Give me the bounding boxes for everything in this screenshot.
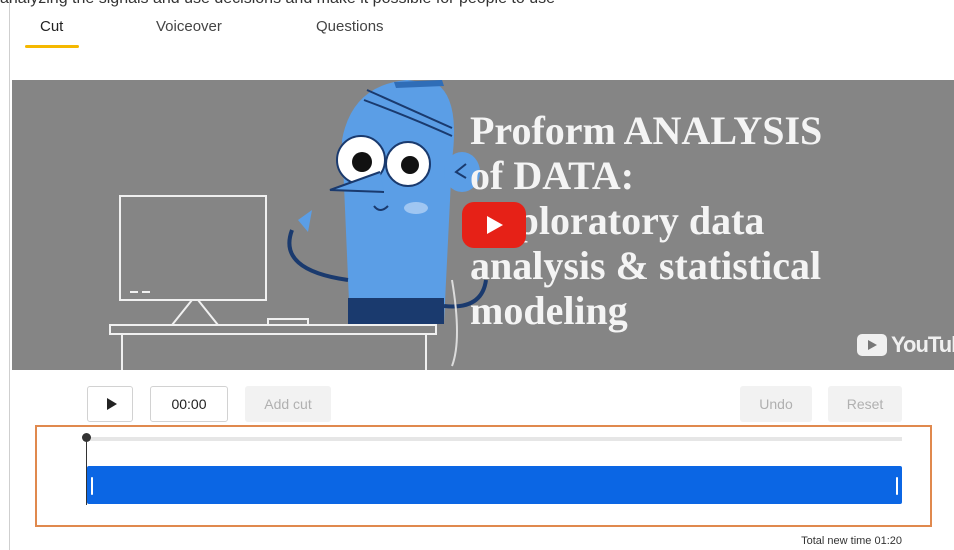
- cropped-text: analyzing the signals and use decisions …: [0, 0, 555, 8]
- tab-voiceover[interactable]: Voiceover: [156, 18, 222, 35]
- active-tab-indicator: [25, 45, 79, 48]
- reset-button[interactable]: Reset: [828, 386, 902, 422]
- panel-border: [9, 0, 10, 550]
- tab-cut[interactable]: Cut: [40, 18, 63, 35]
- video-title: Proform ANALYSIS of DATA: Exploratory da…: [470, 108, 950, 333]
- video-title-line: of DATA:: [470, 153, 635, 198]
- editor-controls: 00:00 Add cut Undo Reset: [0, 386, 954, 426]
- play-button[interactable]: [87, 386, 133, 422]
- youtube-wordmark: YouTube: [891, 332, 954, 357]
- time-input[interactable]: 00:00: [150, 386, 228, 422]
- video-title-line: analysis & statistical: [470, 243, 822, 288]
- youtube-play-icon[interactable]: [462, 202, 526, 248]
- video-title-line: modeling: [470, 288, 628, 333]
- youtube-icon: [857, 334, 887, 356]
- video-clip-bar[interactable]: [87, 466, 902, 504]
- video-player[interactable]: Proform ANALYSIS of DATA: Exploratory da…: [12, 80, 954, 370]
- add-cut-button[interactable]: Add cut: [245, 386, 331, 422]
- top-cropped-text: analyzing the signals and use decisions …: [0, 0, 954, 8]
- undo-button[interactable]: Undo: [740, 386, 812, 422]
- clip-end-handle[interactable]: [896, 477, 898, 495]
- video-title-line: Proform ANALYSIS: [470, 108, 823, 153]
- tab-questions[interactable]: Questions: [316, 18, 384, 35]
- tab-bar: Cut Voiceover Questions: [10, 10, 954, 50]
- video-title-line: Exploratory data: [470, 198, 765, 243]
- total-new-time: Total new time 01:20: [801, 535, 902, 547]
- timeline-track[interactable]: [87, 437, 902, 441]
- youtube-logo[interactable]: YouTube: [857, 332, 954, 357]
- clip-start-handle[interactable]: [91, 477, 93, 495]
